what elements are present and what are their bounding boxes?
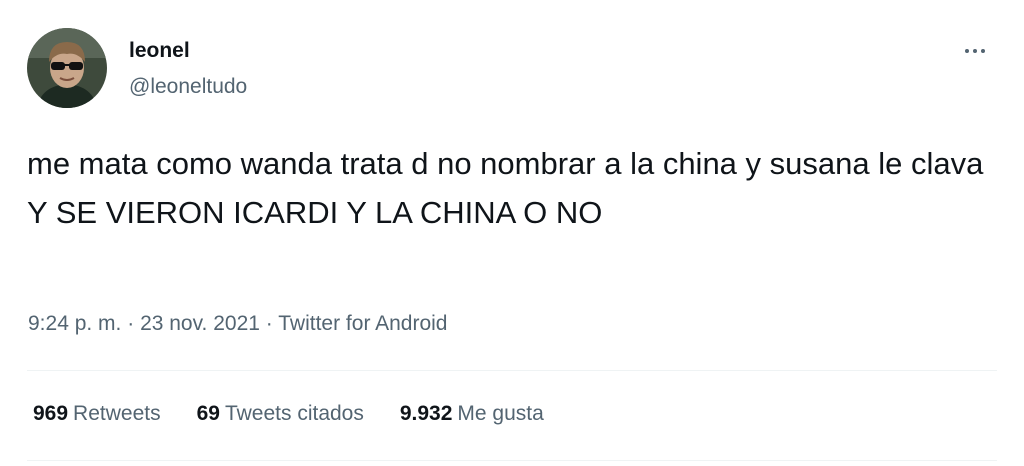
meta-separator: · xyxy=(265,312,279,335)
retweets-label: Retweets xyxy=(73,402,161,425)
tweet-timestamp-time[interactable]: 9:24 p. m. xyxy=(28,312,121,335)
avatar-image xyxy=(27,28,107,108)
user-handle[interactable]: @leoneltudo xyxy=(129,75,247,99)
more-horizontal-icon-dot xyxy=(981,49,985,53)
display-name[interactable]: leonel xyxy=(129,39,190,63)
likes-label: Me gusta xyxy=(457,402,544,425)
tweet-timestamp-date[interactable]: 23 nov. 2021 xyxy=(140,312,260,335)
quote-tweets-label: Tweets citados xyxy=(224,402,364,425)
divider xyxy=(27,460,997,461)
tweet-stats: 969 Retweets 69 Tweets citados 9.932 Me gus… xyxy=(33,402,580,426)
more-horizontal-icon xyxy=(965,49,969,53)
more-options-button[interactable] xyxy=(955,36,995,66)
retweets-stat[interactable]: 969 Retweets xyxy=(33,402,161,426)
quote-tweets-count: 69 xyxy=(196,402,220,425)
meta-separator: · xyxy=(127,312,141,335)
avatar[interactable] xyxy=(27,28,107,108)
tweet-text: me mata como wanda trata d no nombrar a … xyxy=(27,146,984,230)
tweet-source[interactable]: Twitter for Android xyxy=(278,312,447,335)
more-horizontal-icon-dot xyxy=(973,49,977,53)
likes-stat[interactable]: 9.932 Me gusta xyxy=(400,402,544,426)
quote-tweets-stat[interactable]: 69 Tweets citados xyxy=(197,402,364,426)
retweets-count: 969 xyxy=(33,402,69,425)
likes-count: 9.932 xyxy=(399,402,453,425)
divider xyxy=(27,370,997,371)
tweet-card: leonel @leoneltudo me mata como wanda tr… xyxy=(0,0,1024,466)
tweet-metadata: 9:24 p. m. · 23 nov. 2021 · Twitter for … xyxy=(28,312,448,336)
